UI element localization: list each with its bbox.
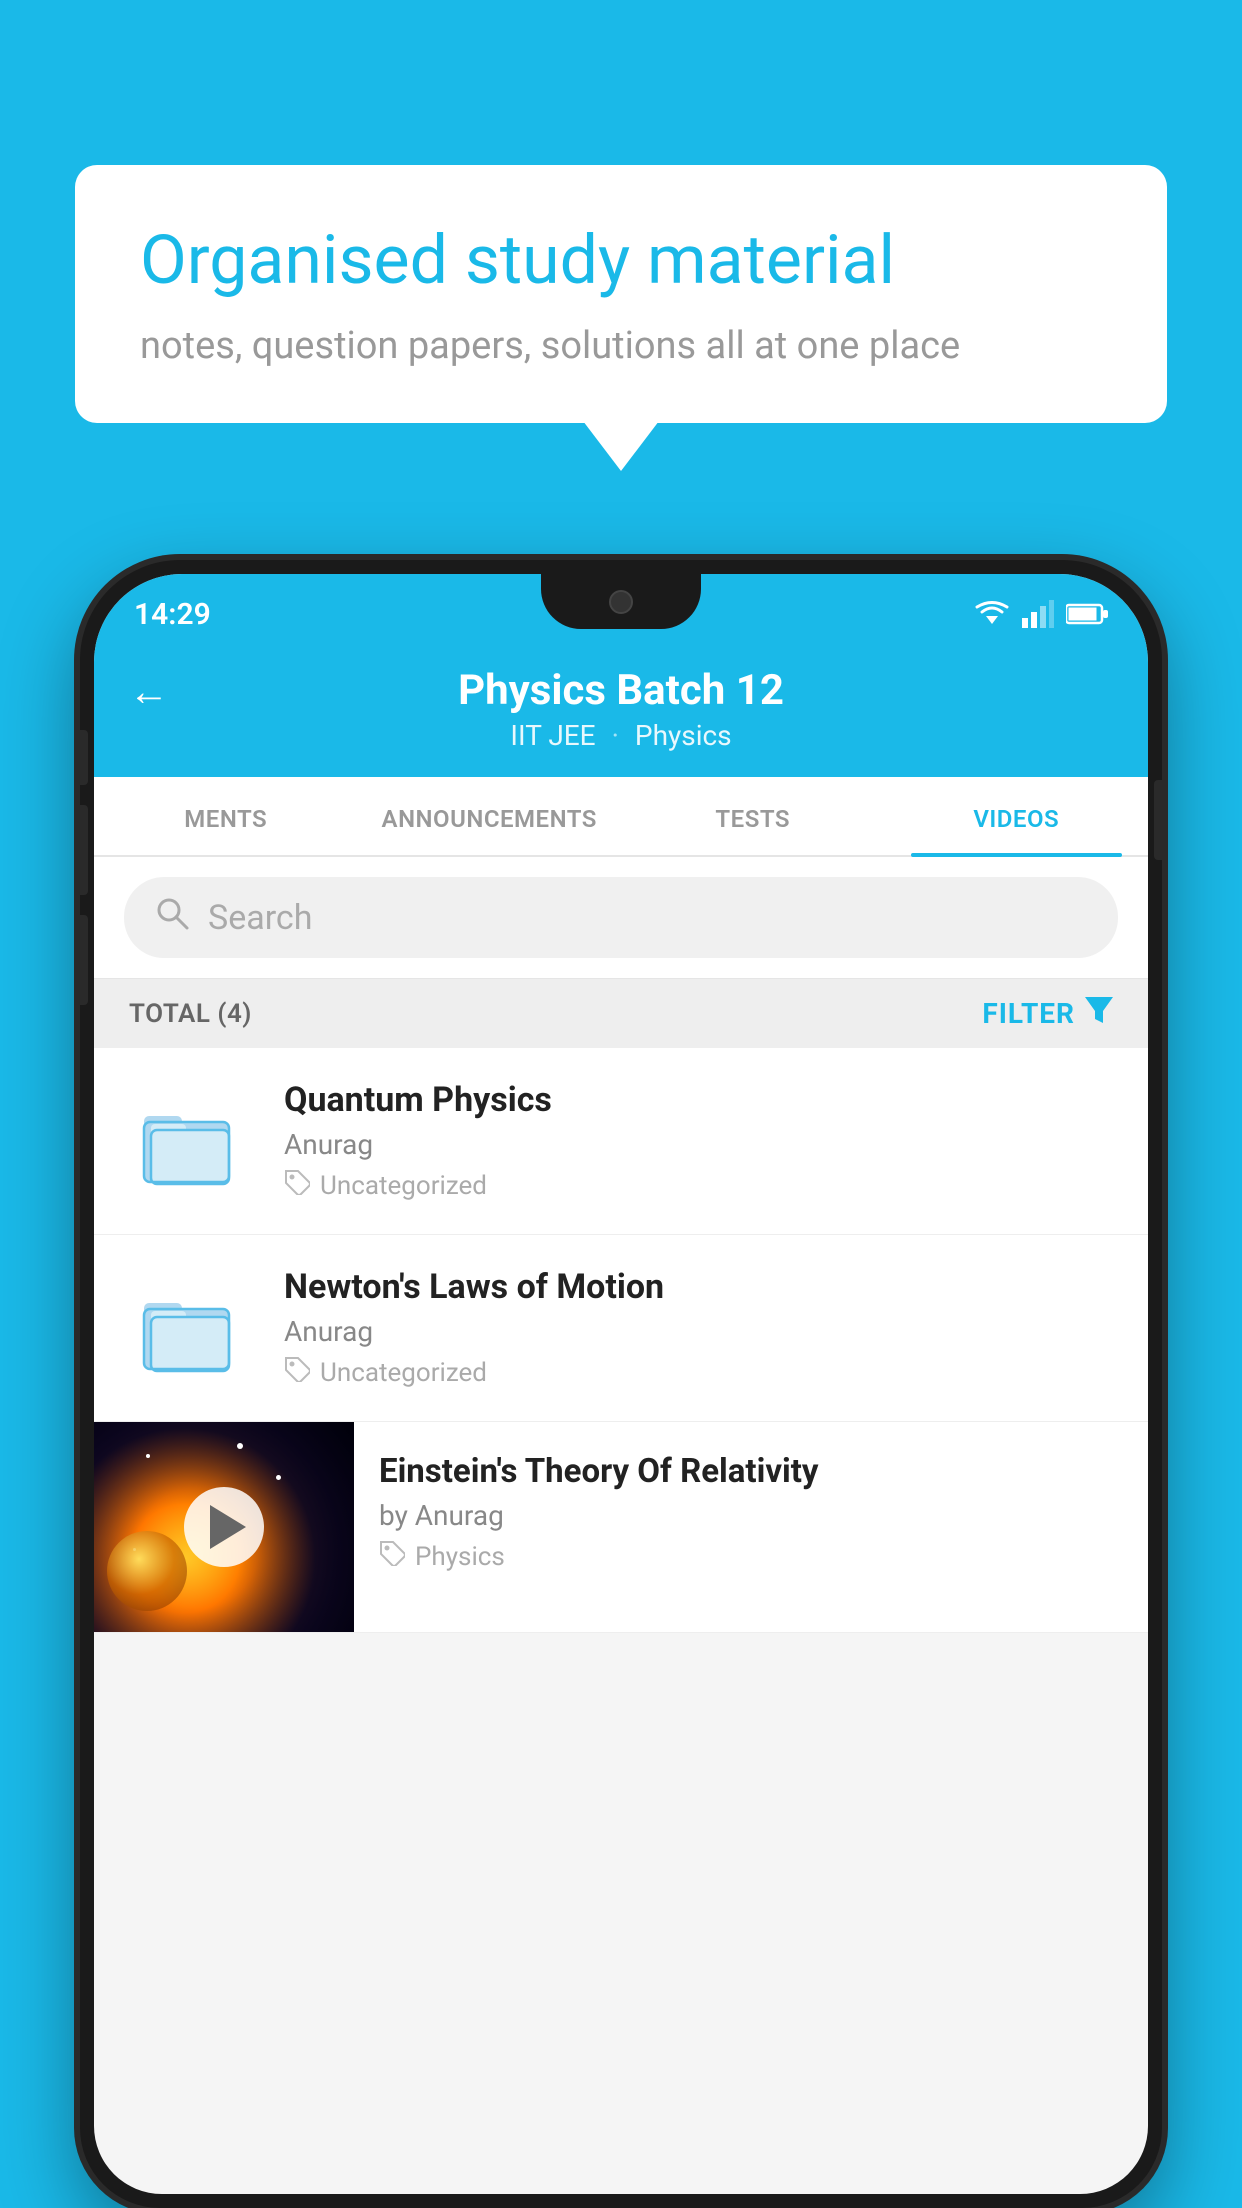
list-item[interactable]: Newton's Laws of Motion Anurag Uncategor… — [94, 1235, 1148, 1422]
search-box[interactable]: Search — [124, 877, 1118, 958]
battery-icon — [1066, 603, 1108, 625]
video-info: Quantum Physics Anurag Uncategorized — [284, 1080, 1118, 1202]
tab-announcements[interactable]: ANNOUNCEMENTS — [358, 777, 622, 855]
back-button[interactable]: ← — [129, 668, 169, 715]
video-folder-icon — [124, 1273, 254, 1383]
video-info: Newton's Laws of Motion Anurag Uncategor… — [284, 1267, 1118, 1389]
video-author: Anurag — [284, 1128, 1118, 1161]
tag-icon — [284, 1169, 310, 1202]
app-header: ← Physics Batch 12 IIT JEE · Physics — [94, 646, 1148, 777]
filter-button[interactable]: FILTER — [982, 997, 1113, 1030]
header-sep: · — [612, 719, 619, 752]
power-button — [1154, 780, 1162, 860]
header-subtitle: IIT JEE · Physics — [510, 719, 731, 752]
einstein-author: by Anurag — [379, 1499, 1123, 1532]
filter-bar: TOTAL (4) FILTER — [94, 979, 1148, 1048]
einstein-info: Einstein's Theory Of Relativity by Anura… — [354, 1422, 1148, 1598]
signal-icon — [1022, 600, 1054, 628]
header-title: Physics Batch 12 — [458, 666, 784, 715]
filter-label: FILTER — [982, 997, 1075, 1030]
silent-button — [80, 915, 88, 1005]
phone-screen: 14:29 — [94, 574, 1148, 2194]
einstein-thumbnail — [94, 1422, 354, 1632]
header-tag2: Physics — [635, 719, 732, 752]
status-time: 14:29 — [134, 597, 211, 632]
tag-label: Physics — [415, 1542, 505, 1572]
video-author: Anurag — [284, 1315, 1118, 1348]
einstein-tag: Physics — [379, 1540, 1123, 1573]
speech-bubble: Organised study material notes, question… — [75, 165, 1167, 423]
search-container: Search — [94, 857, 1148, 979]
filter-icon — [1085, 997, 1113, 1030]
tag-icon — [379, 1540, 405, 1573]
search-placeholder: Search — [208, 898, 312, 938]
search-icon — [154, 895, 190, 940]
bubble-subtitle: notes, question papers, solutions all at… — [140, 324, 1102, 368]
tag-icon — [284, 1356, 310, 1389]
status-icons — [974, 600, 1108, 628]
einstein-title: Einstein's Theory Of Relativity — [379, 1452, 1123, 1491]
wifi-icon — [974, 600, 1010, 628]
list-item[interactable]: Einstein's Theory Of Relativity by Anura… — [94, 1422, 1148, 1633]
play-button[interactable] — [184, 1487, 264, 1567]
tab-tests[interactable]: TESTS — [621, 777, 885, 855]
video-list: Quantum Physics Anurag Uncategorized — [94, 1048, 1148, 1633]
video-tag: Uncategorized — [284, 1169, 1118, 1202]
screen-content: 14:29 — [94, 574, 1148, 2194]
notch — [541, 574, 701, 629]
volume-up-button — [80, 730, 88, 785]
camera — [609, 590, 633, 614]
video-folder-icon — [124, 1086, 254, 1196]
video-title: Newton's Laws of Motion — [284, 1267, 1118, 1307]
list-item[interactable]: Quantum Physics Anurag Uncategorized — [94, 1048, 1148, 1235]
volume-down-button — [80, 805, 88, 895]
video-title: Quantum Physics — [284, 1080, 1118, 1120]
header-tag1: IIT JEE — [510, 719, 595, 752]
video-tag: Uncategorized — [284, 1356, 1118, 1389]
tab-ments[interactable]: MENTS — [94, 777, 358, 855]
tabs-bar: MENTS ANNOUNCEMENTS TESTS VIDEOS — [94, 777, 1148, 857]
phone-shell: 14:29 — [80, 560, 1162, 2208]
bubble-title: Organised study material — [140, 220, 1102, 302]
total-count: TOTAL (4) — [129, 999, 252, 1029]
tab-videos[interactable]: VIDEOS — [885, 777, 1149, 855]
tag-label: Uncategorized — [320, 1171, 487, 1201]
tag-label: Uncategorized — [320, 1358, 487, 1388]
